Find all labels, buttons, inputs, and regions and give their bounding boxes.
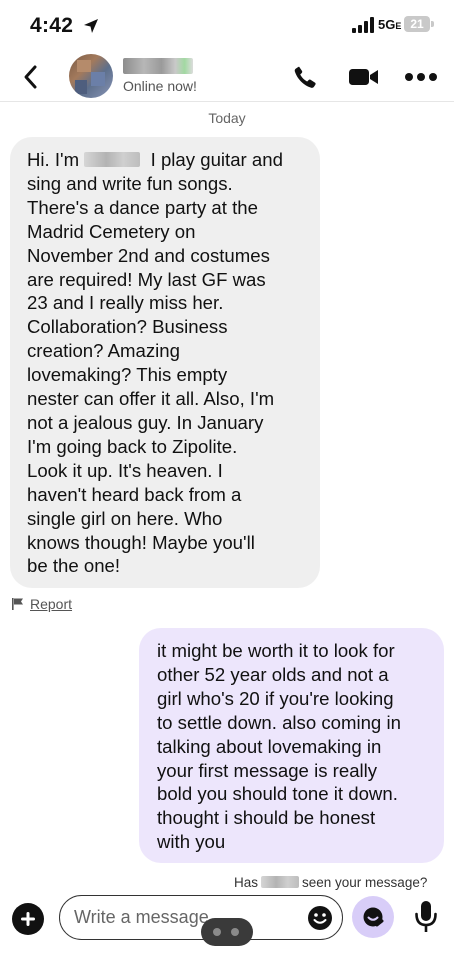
signal-icon xyxy=(352,17,374,33)
message-line: sing and write fun songs. xyxy=(27,172,233,194)
message-line: with you xyxy=(157,831,226,853)
message-line: talking about lovemaking in xyxy=(157,735,382,757)
back-icon[interactable] xyxy=(20,64,42,90)
outgoing-message-bubble[interactable]: it might be worth it to look for other 5… xyxy=(139,628,444,863)
message-line: Madrid Cemetery on xyxy=(27,220,196,242)
message-line: haven't heard back from a xyxy=(27,483,242,505)
gif-sticker-button[interactable] xyxy=(352,896,394,938)
message-line: bold you should tone it down. xyxy=(157,783,398,805)
report-label[interactable]: Report xyxy=(30,596,72,612)
flag-icon xyxy=(12,598,23,610)
plus-icon xyxy=(21,912,35,926)
message-input-placeholder: Write a message xyxy=(74,907,209,927)
conversation-header: Online now! xyxy=(0,50,454,102)
message-line: girl who's 20 if you're looking xyxy=(157,687,394,709)
message-line: thought i should be honest xyxy=(157,807,376,829)
message-line: Look it up. It's heaven. I xyxy=(27,459,223,481)
message-line: There's a dance party at the xyxy=(27,196,258,218)
message-line: 23 and I really miss her. xyxy=(27,292,224,314)
contact-name-redacted[interactable] xyxy=(123,58,193,74)
message-line: creation? Amazing xyxy=(27,340,180,362)
more-horizontal-icon[interactable] xyxy=(404,72,438,82)
message-line: I'm going back to Zipolite. xyxy=(27,435,238,457)
emoji-icon[interactable] xyxy=(307,905,333,931)
add-attachment-button[interactable] xyxy=(12,903,44,935)
battery-indicator: 21 xyxy=(404,16,430,32)
message-line: Hi. I'm I play guitar and xyxy=(27,149,283,170)
home-indicator xyxy=(201,918,253,946)
incoming-message-bubble[interactable]: Hi. I'm I play guitar and sing and write… xyxy=(10,137,320,588)
message-line: nester can offer it all. Also, I'm xyxy=(27,388,275,410)
message-line: not a jealous guy. In January xyxy=(27,411,264,433)
video-camera-icon[interactable] xyxy=(348,67,380,87)
status-bar: 4:42 5GE 21 xyxy=(0,0,454,50)
gif-sticker-icon xyxy=(363,907,384,927)
message-line: other 52 year olds and not a xyxy=(157,663,389,685)
redacted-name xyxy=(261,876,300,888)
message-line: your first message is really xyxy=(157,759,378,781)
avatar[interactable] xyxy=(69,54,113,98)
date-separator: Today xyxy=(208,110,246,126)
redacted-name xyxy=(84,152,141,167)
status-time: 4:42 xyxy=(30,14,74,37)
message-line: are required! My last GF was xyxy=(27,268,266,290)
seen-prompt: Has seen your message? xyxy=(234,875,428,890)
message-line: lovemaking? This empty xyxy=(27,364,228,386)
phone-icon[interactable] xyxy=(292,64,318,90)
battery-nub xyxy=(431,21,434,27)
online-status: Online now! xyxy=(123,78,197,94)
message-line: it might be worth it to look for xyxy=(157,640,395,661)
incoming-message-text: Hi. I'm I play guitar and sing and write… xyxy=(27,148,304,578)
message-line: knows though! Maybe you'll xyxy=(27,531,255,553)
message-line: single girl on here. Who xyxy=(27,507,223,529)
message-line: be the one! xyxy=(27,555,121,577)
network-type: 5GE xyxy=(378,17,402,32)
microphone-icon[interactable] xyxy=(413,899,439,935)
message-line: Collaboration? Business xyxy=(27,316,228,338)
outgoing-message-text: it might be worth it to look for other 5… xyxy=(157,639,432,854)
message-line: November 2nd and costumes xyxy=(27,244,270,266)
message-line: to settle down. also coming in xyxy=(157,711,401,733)
location-arrow-icon xyxy=(84,19,98,33)
